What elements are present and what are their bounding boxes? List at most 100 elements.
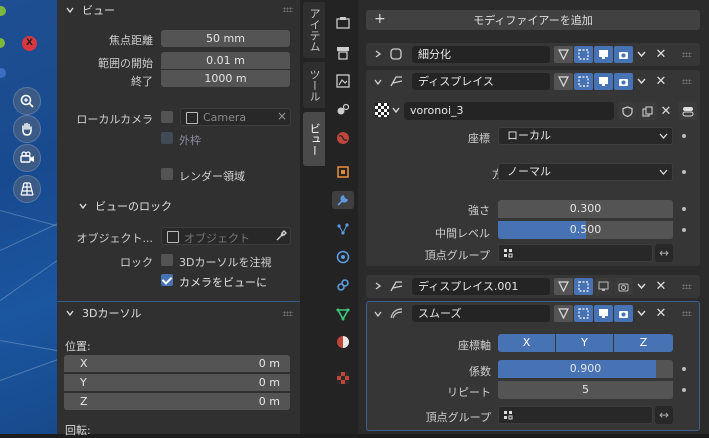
vertex-group-field[interactable] <box>498 406 653 424</box>
keyframe-dot[interactable] <box>682 134 686 138</box>
invert-arrows-icon[interactable]: ↔ <box>655 244 673 262</box>
duplicate-icon[interactable] <box>638 102 657 120</box>
realtime-display-off-icon[interactable] <box>594 278 613 295</box>
render-camera-icon[interactable] <box>614 46 633 63</box>
smooth-header[interactable]: スムーズ ✕ <box>367 302 701 324</box>
texture-name-field[interactable]: voronoi_3 <box>404 102 614 120</box>
gizmo-z-dot[interactable] <box>0 38 5 48</box>
world-icon[interactable] <box>334 129 352 147</box>
hand-pan-icon[interactable] <box>13 115 41 143</box>
physics-icon[interactable] <box>334 248 352 266</box>
drag-grip-icon[interactable] <box>682 284 692 289</box>
smooth-name-field[interactable]: スムーズ <box>412 305 550 322</box>
tab-item[interactable]: アイテム <box>303 2 325 58</box>
3d-viewport[interactable]: X <box>0 0 57 434</box>
edit-mode-icon[interactable] <box>574 46 593 63</box>
focal-length-field[interactable]: 50 mm <box>161 30 290 47</box>
camera-view-icon[interactable] <box>13 144 41 172</box>
fake-user-shield-icon[interactable] <box>618 102 637 120</box>
render-camera-off-icon[interactable] <box>614 278 633 295</box>
clip-start-field[interactable]: 0.01 m <box>161 52 290 69</box>
cursor-x-field[interactable]: X 0 m <box>64 355 290 372</box>
output-icon[interactable] <box>334 72 352 90</box>
drag-grip-icon[interactable] <box>283 311 293 316</box>
drag-grip-icon[interactable] <box>682 79 692 84</box>
edit-mode-icon[interactable] <box>574 73 593 90</box>
view-lock-header[interactable]: ビューのロック <box>57 196 300 216</box>
close-icon[interactable]: ✕ <box>654 278 668 295</box>
local-camera-checkbox[interactable] <box>161 111 173 123</box>
realtime-display-icon[interactable] <box>594 73 613 90</box>
axis-y-toggle[interactable]: Y <box>556 334 613 352</box>
keyframe-dot[interactable] <box>682 207 686 211</box>
vertex-group-field[interactable] <box>498 244 653 262</box>
constraints-icon[interactable] <box>334 276 352 294</box>
edit-cage-icon[interactable] <box>554 305 573 322</box>
chevron-down-icon[interactable] <box>374 78 382 86</box>
close-icon[interactable]: ✕ <box>654 46 668 63</box>
midlevel-field[interactable]: 0.500 <box>498 221 673 239</box>
texture-icon[interactable] <box>334 369 352 387</box>
axis-z-toggle[interactable]: Z <box>614 334 673 352</box>
displace-header[interactable]: ディスプレイス ✕ <box>366 70 700 92</box>
displace-name-field[interactable]: ディスプレイス <box>412 73 550 90</box>
keyframe-dot[interactable] <box>682 228 686 232</box>
render-icon[interactable] <box>334 44 352 62</box>
texture-checker-icon[interactable] <box>375 103 389 117</box>
gizmo-neg-dot[interactable] <box>0 68 6 78</box>
keyframe-dot[interactable] <box>682 367 686 371</box>
close-icon[interactable]: ✕ <box>654 305 668 322</box>
chevron-down-icon[interactable] <box>637 310 646 317</box>
chevron-down-icon[interactable] <box>637 78 646 85</box>
clear-icon[interactable]: × <box>277 109 287 123</box>
camera-to-view-checkbox[interactable] <box>161 274 173 286</box>
tool-settings-icon[interactable] <box>334 14 352 32</box>
drag-grip-icon[interactable] <box>283 7 293 12</box>
object-properties-icon[interactable] <box>334 163 352 181</box>
displace-001-header[interactable]: ディスプレイス.001 ✕ <box>366 275 700 297</box>
edit-cage-icon[interactable] <box>554 73 573 90</box>
eyedropper-icon[interactable] <box>275 230 287 242</box>
view-panel-header[interactable]: ビュー <box>57 0 300 20</box>
lock-to-cursor-checkbox[interactable] <box>161 254 173 266</box>
gizmo-y-dot[interactable] <box>0 6 6 16</box>
chevron-right-icon[interactable] <box>374 50 382 58</box>
render-region-checkbox[interactable] <box>161 168 173 180</box>
invert-arrows-icon[interactable]: ↔ <box>655 406 673 424</box>
axis-x-toggle[interactable]: X <box>498 334 555 352</box>
edit-mode-icon[interactable] <box>574 305 593 322</box>
close-icon[interactable]: ✕ <box>654 73 668 90</box>
grid-perspective-icon[interactable] <box>13 175 41 203</box>
realtime-display-icon[interactable] <box>594 305 613 322</box>
chevron-down-icon[interactable] <box>392 107 400 113</box>
cursor-y-field[interactable]: Y 0 m <box>64 374 290 391</box>
material-icon[interactable] <box>334 333 352 351</box>
camera-outline-checkbox[interactable] <box>161 132 173 144</box>
chevron-down-icon[interactable] <box>374 310 382 318</box>
clip-end-field[interactable]: 1000 m <box>161 70 290 87</box>
realtime-display-icon[interactable] <box>594 46 613 63</box>
tab-view[interactable]: ビュー <box>303 112 325 166</box>
gizmo-x-dot[interactable]: X <box>22 36 37 51</box>
particles-icon[interactable] <box>334 220 352 238</box>
keyframe-dot[interactable] <box>682 170 686 174</box>
strength-field[interactable]: 0.300 <box>498 200 673 218</box>
zoom-icon[interactable] <box>13 87 41 115</box>
coords-dropdown[interactable]: ローカル <box>498 127 673 145</box>
cursor-panel-header[interactable]: 3Dカーソル <box>57 302 300 324</box>
direction-dropdown[interactable]: ノーマル <box>498 163 673 181</box>
tab-tool[interactable]: ツール <box>303 62 325 108</box>
lock-object-field[interactable]: オブジェクト <box>161 227 291 245</box>
keyframe-dot[interactable] <box>682 388 686 392</box>
factor-field[interactable]: 0.900 <box>498 360 673 378</box>
modifier-wrench-icon[interactable] <box>332 191 354 209</box>
add-modifier-button[interactable]: + モディファイアーを追加 <box>366 10 700 30</box>
render-camera-icon[interactable] <box>614 73 633 90</box>
camera-field[interactable]: Camera × <box>180 108 291 126</box>
unlink-icon[interactable]: ✕ <box>659 103 673 120</box>
view-layer-icon[interactable] <box>334 100 352 118</box>
chevron-down-icon[interactable] <box>637 283 646 290</box>
edit-mode-icon[interactable] <box>574 278 593 295</box>
cursor-z-field[interactable]: Z 0 m <box>64 393 290 410</box>
chevron-down-icon[interactable] <box>637 51 646 58</box>
